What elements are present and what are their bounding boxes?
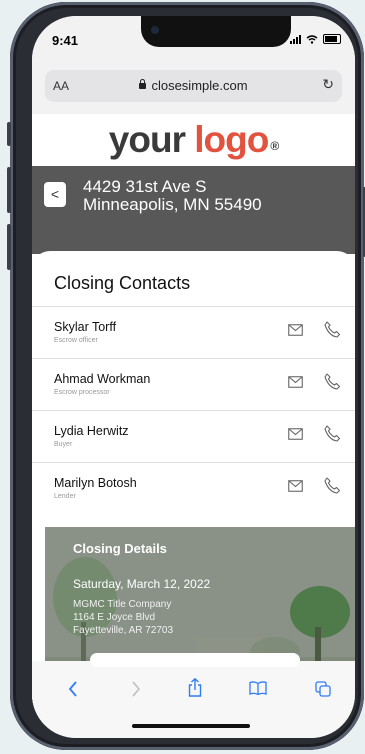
- property-address: 4429 31st Ave S Minneapolis, MN 55490: [83, 178, 262, 214]
- contact-role: Escrow officer: [54, 337, 98, 344]
- contact-name: Marilyn Botosh: [54, 476, 137, 490]
- volume-down-button: [7, 224, 11, 270]
- volume-up-button: [7, 167, 11, 213]
- address-line-2: Minneapolis, MN 55490: [83, 195, 262, 214]
- browser-address-bar: AA closesimple.com ↻: [32, 64, 355, 114]
- status-time: 9:41: [52, 33, 79, 48]
- closing-details-title: Closing Details: [73, 541, 167, 556]
- url-text: closesimple.com: [151, 78, 248, 93]
- contacts-list: Skylar Torff Escrow officer Ahmad Workma…: [32, 306, 355, 514]
- url-display[interactable]: closesimple.com: [45, 78, 342, 93]
- title-company: MGMC Title Company: [73, 599, 172, 610]
- contact-name: Ahmad Workman: [54, 372, 151, 386]
- url-field[interactable]: AA closesimple.com ↻: [45, 70, 342, 102]
- screen: 9:41 AA closesimple.com ↻ your logo ® < …: [32, 16, 355, 738]
- closing-date: Saturday, March 12, 2022: [73, 577, 211, 591]
- contact-role: Escrow processor: [54, 389, 110, 396]
- browser-toolbar: [32, 653, 355, 738]
- contact-row: Marilyn Botosh Lender: [32, 462, 355, 514]
- contact-row: Ahmad Workman Escrow processor: [32, 358, 355, 410]
- phone-icon[interactable]: [324, 321, 340, 338]
- phone-icon[interactable]: [324, 425, 340, 442]
- mail-icon[interactable]: [288, 428, 303, 440]
- back-chevron-icon[interactable]: [68, 681, 78, 697]
- location-city: Fayetteville, AR 72703: [73, 625, 174, 636]
- battery-icon: [323, 34, 341, 44]
- forward-chevron-icon[interactable]: [131, 681, 141, 697]
- reload-icon[interactable]: ↻: [322, 76, 334, 93]
- contact-name: Lydia Herwitz: [54, 424, 129, 438]
- phone-icon[interactable]: [324, 477, 340, 494]
- closing-location: MGMC Title Company 1164 E Joyce Blvd Fay…: [73, 598, 173, 637]
- status-icons: [290, 34, 341, 44]
- home-indicator: [132, 724, 250, 728]
- signal-icon: [290, 35, 301, 44]
- logo: your logo ®: [32, 114, 355, 166]
- phone-frame: 9:41 AA closesimple.com ↻ your logo ® < …: [7, 2, 365, 750]
- mail-icon[interactable]: [288, 480, 303, 492]
- address-line-1: 4429 31st Ave S: [83, 177, 207, 196]
- wifi-icon: [306, 35, 318, 44]
- bookmarks-icon[interactable]: [249, 681, 267, 695]
- contact-role: Buyer: [54, 441, 73, 448]
- mute-switch: [7, 122, 11, 146]
- back-button[interactable]: <: [44, 182, 66, 207]
- tab-handle: [90, 653, 300, 667]
- registered-mark: ®: [270, 139, 279, 153]
- chevron-left-icon: <: [50, 186, 60, 202]
- logo-word-your: your: [108, 119, 186, 160]
- contact-row: Skylar Torff Escrow officer: [32, 306, 355, 358]
- camera: [151, 26, 159, 34]
- contact-role: Lender: [54, 493, 76, 500]
- logo-header: your logo ®: [32, 114, 355, 166]
- logo-word-logo: logo: [194, 119, 269, 160]
- location-street: 1164 E Joyce Blvd: [73, 612, 156, 623]
- share-icon[interactable]: [188, 678, 202, 697]
- contacts-title: Closing Contacts: [54, 273, 191, 293]
- phone-icon[interactable]: [324, 373, 340, 390]
- tabs-icon[interactable]: [315, 681, 331, 697]
- notch: [141, 16, 291, 47]
- contact-name: Skylar Torff: [54, 320, 117, 334]
- property-header: < 4429 31st Ave S Minneapolis, MN 55490: [32, 166, 355, 254]
- mail-icon[interactable]: [288, 376, 303, 388]
- lock-icon: [139, 79, 147, 89]
- contact-row: Lydia Herwitz Buyer: [32, 410, 355, 462]
- mail-icon[interactable]: [288, 324, 303, 336]
